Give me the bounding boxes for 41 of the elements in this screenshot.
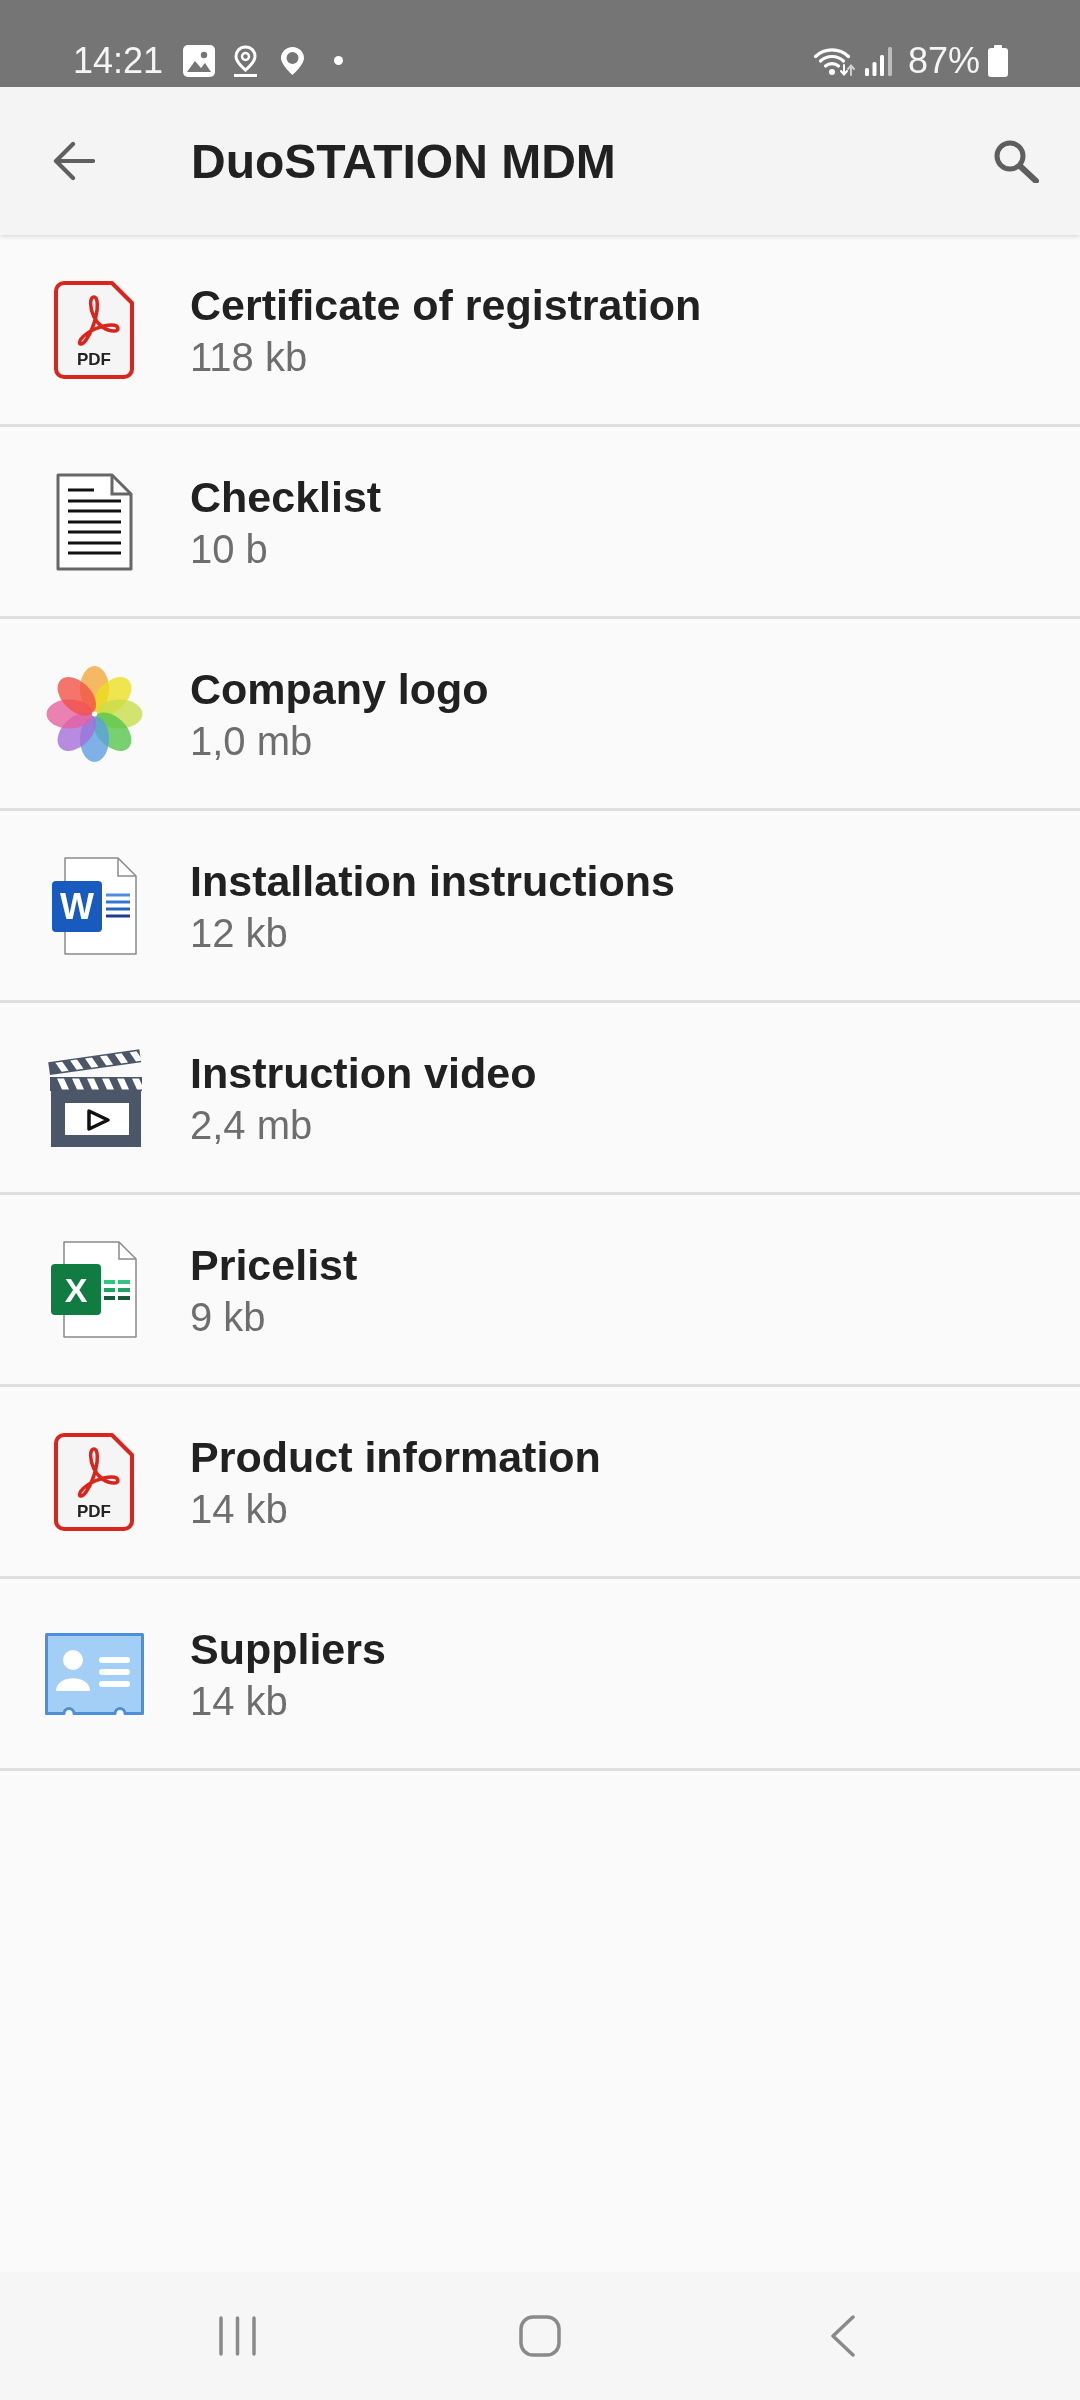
home-button[interactable] (519, 2315, 561, 2357)
file-name: Pricelist (190, 1239, 358, 1291)
file-size: 14 kb (190, 1677, 289, 1725)
file-name: Installation instructions (190, 855, 675, 907)
recent-apps-button[interactable] (218, 2316, 256, 2356)
flower-icon (44, 664, 144, 763)
recent-apps-icon (218, 2316, 256, 2356)
file-name: Product information (190, 1431, 601, 1483)
search-button[interactable] (993, 139, 1039, 183)
file-name: Checklist (190, 471, 382, 523)
chevron-left-icon (831, 2315, 855, 2357)
contact-card-icon (44, 1632, 144, 1715)
location-ring-icon (280, 45, 306, 76)
file-size: 14 kb (190, 1485, 289, 1533)
back-button[interactable] (52, 140, 95, 182)
file-name: Suppliers (190, 1623, 386, 1675)
dot-icon (334, 56, 344, 65)
file-size: 10 b (190, 525, 269, 573)
file-size: 1,0 mb (190, 717, 314, 765)
back-arrow-icon (52, 140, 95, 182)
file-name: Instruction video (190, 1047, 537, 1099)
location-pin-icon (233, 44, 259, 77)
search-icon (993, 139, 1039, 183)
home-icon (519, 2315, 561, 2357)
signal-icon (863, 45, 893, 76)
app-title: DuoSTATION MDM (191, 133, 617, 189)
pdf-file-icon: PDF (54, 280, 134, 379)
status-time: 14:21 (73, 40, 164, 81)
battery-percentage: 87% (907, 40, 980, 81)
gallery-icon (183, 44, 216, 77)
file-name: Company logo (190, 663, 489, 715)
file-size: 2,4 mb (190, 1101, 314, 1149)
pdf-file-icon: PDF (54, 1432, 134, 1531)
text-file-icon (55, 472, 133, 571)
battery-icon (988, 44, 1008, 77)
file-size: 9 kb (190, 1293, 267, 1341)
file-size: 118 kb (190, 333, 309, 381)
file-name: Certificate of registration (190, 279, 702, 331)
file-size: 12 kb (190, 909, 289, 957)
back-nav-button[interactable] (831, 2315, 855, 2357)
clapperboard-icon (46, 1048, 142, 1147)
